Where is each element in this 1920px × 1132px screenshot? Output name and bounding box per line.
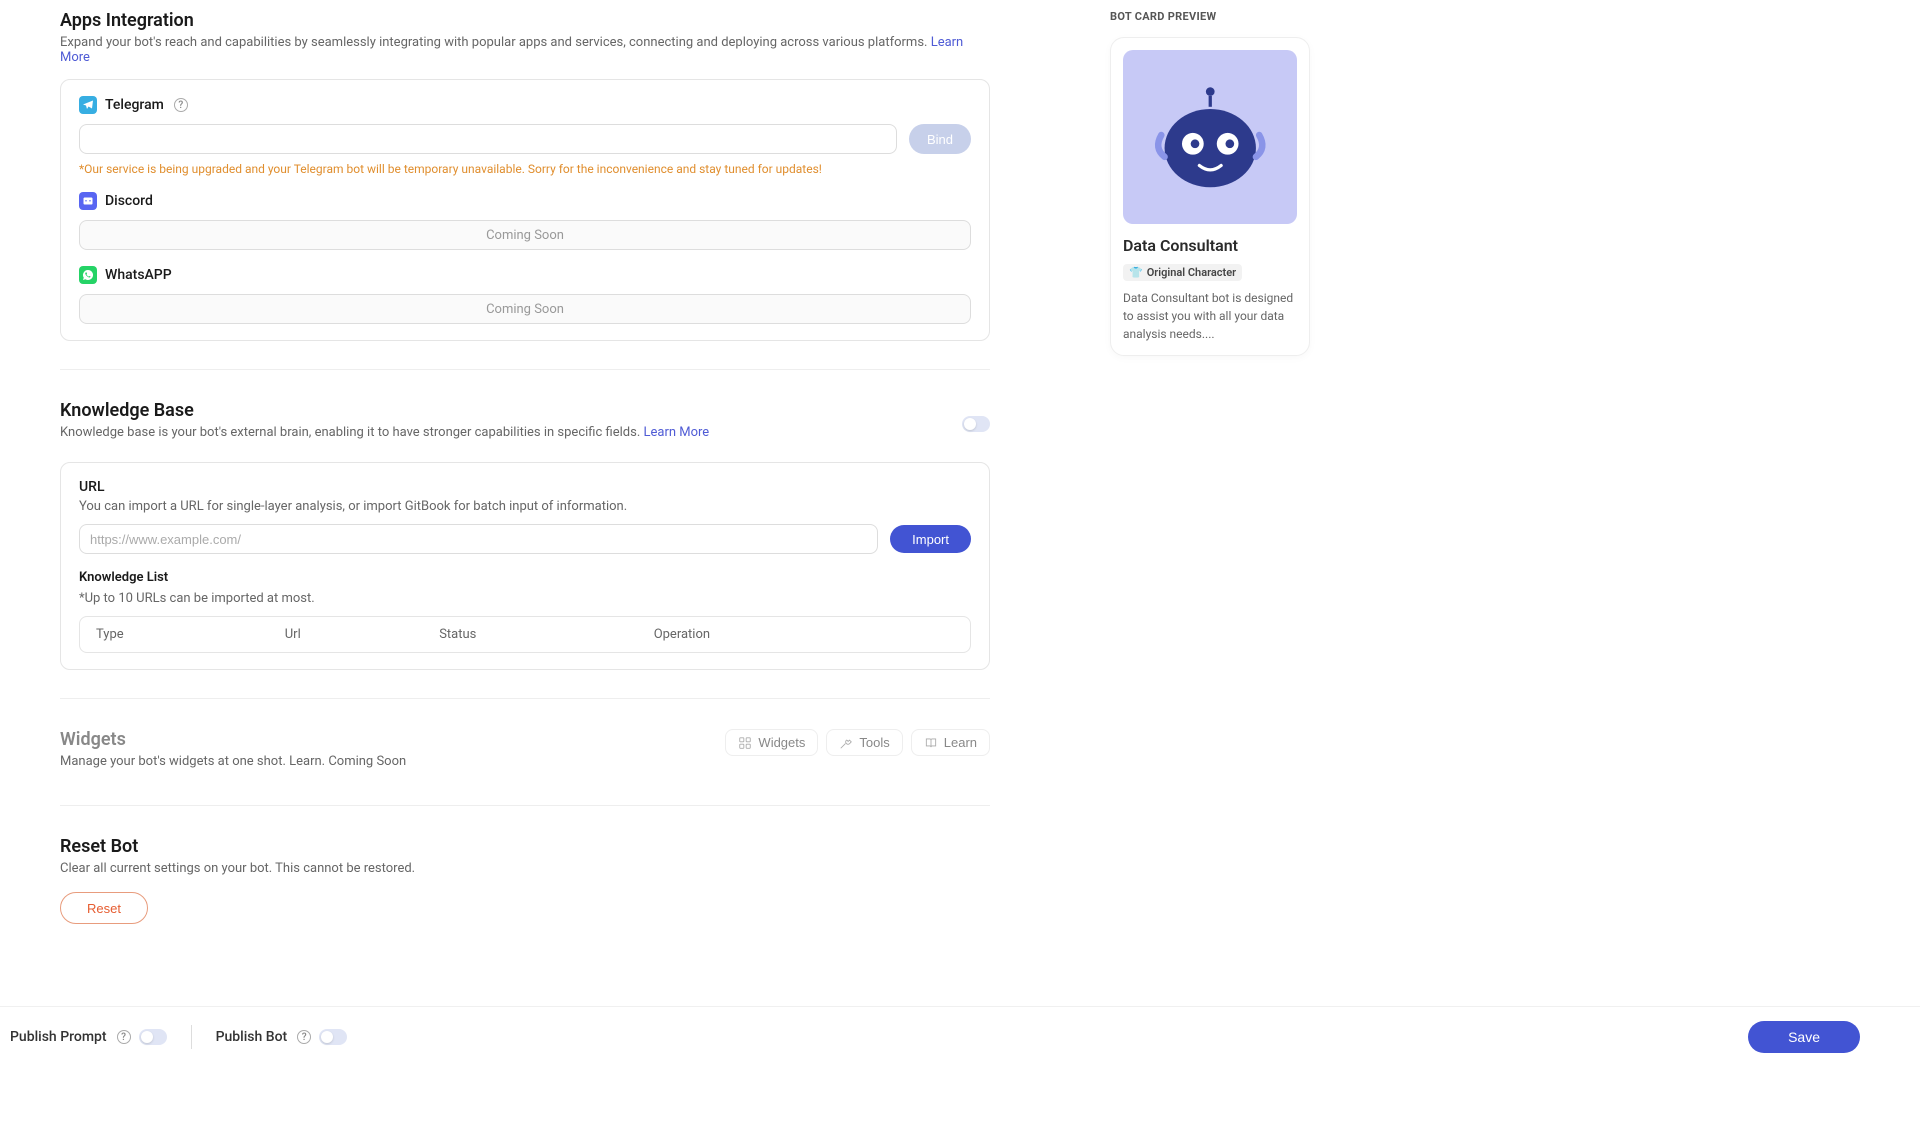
publish-prompt-toggle[interactable] [139, 1029, 167, 1045]
kb-list-note: *Up to 10 URLs can be imported at most. [79, 591, 971, 606]
telegram-icon [79, 96, 97, 114]
discord-label: Discord [105, 193, 153, 209]
preview-badge: 👕 Original Character [1123, 264, 1242, 281]
telegram-row: Telegram ? Bind *Our service is being up… [79, 96, 971, 176]
reset-desc: Clear all current settings on your bot. … [60, 861, 990, 876]
kb-list-title: Knowledge List [79, 570, 971, 585]
learn-button[interactable]: Learn [911, 729, 990, 756]
tools-button[interactable]: Tools [826, 729, 902, 756]
apps-integration-desc: Expand your bot's reach and capabilities… [60, 35, 990, 65]
widgets-title: Widgets [60, 729, 406, 750]
discord-coming-soon: Coming Soon [79, 220, 971, 250]
kb-learn-more-link[interactable]: Learn More [643, 425, 709, 440]
whatsapp-row: WhatsAPP Coming Soon [79, 266, 971, 324]
preview-desc: Data Consultant bot is designed to assis… [1123, 289, 1297, 343]
reset-bot-section: Reset Bot Clear all current settings on … [60, 836, 990, 952]
bottom-bar: Publish Prompt ? Publish Bot ? Save [0, 1006, 1920, 1067]
apps-integration-section: Apps Integration Expand your bot's reach… [60, 10, 990, 370]
kb-url-title: URL [79, 479, 971, 495]
th-operation: Operation [654, 627, 954, 642]
knowledge-base-section: Knowledge Base Knowledge base is your bo… [60, 400, 990, 699]
th-type: Type [96, 627, 285, 642]
widgets-section: Widgets Manage your bot's widgets at one… [60, 729, 990, 806]
divider [191, 1025, 192, 1049]
knowledge-base-title: Knowledge Base [60, 400, 709, 421]
apps-integration-card: Telegram ? Bind *Our service is being up… [60, 79, 990, 341]
widgets-icon [738, 736, 752, 750]
telegram-label: Telegram [105, 97, 164, 113]
th-url: Url [285, 627, 439, 642]
publish-bot-help-icon[interactable]: ? [297, 1030, 311, 1044]
save-button[interactable]: Save [1748, 1021, 1860, 1053]
publish-prompt-group: Publish Prompt ? [10, 1029, 167, 1045]
whatsapp-coming-soon: Coming Soon [79, 294, 971, 324]
widgets-desc: Manage your bot's widgets at one shot. L… [60, 754, 406, 769]
preview-name: Data Consultant [1123, 236, 1297, 255]
telegram-warning: *Our service is being upgraded and your … [79, 162, 971, 176]
telegram-input[interactable] [79, 124, 897, 154]
learn-icon [924, 736, 938, 750]
widgets-button[interactable]: Widgets [725, 729, 818, 756]
kb-table-header: Type Url Status Operation [79, 616, 971, 653]
whatsapp-label: WhatsAPP [105, 267, 172, 283]
publish-bot-toggle[interactable] [319, 1029, 347, 1045]
knowledge-base-card: URL You can import a URL for single-laye… [60, 462, 990, 670]
kb-url-desc: You can import a URL for single-layer an… [79, 499, 971, 514]
kb-url-input[interactable] [79, 524, 878, 554]
reset-title: Reset Bot [60, 836, 990, 857]
preview-sidebar: BOT CARD PREVIEW Data Consultant [1050, 0, 1330, 1072]
telegram-bind-button[interactable]: Bind [909, 124, 971, 154]
th-status: Status [439, 627, 654, 642]
preview-card: Data Consultant 👕 Original Character Dat… [1110, 37, 1310, 356]
preview-label: BOT CARD PREVIEW [1110, 10, 1310, 23]
import-button[interactable]: Import [890, 525, 971, 553]
tools-icon [839, 736, 853, 750]
knowledge-base-desc: Knowledge base is your bot's external br… [60, 425, 709, 440]
discord-row: Discord Coming Soon [79, 192, 971, 250]
badge-icon: 👕 [1129, 266, 1143, 279]
publish-prompt-help-icon[interactable]: ? [117, 1030, 131, 1044]
publish-bot-group: Publish Bot ? [216, 1029, 348, 1045]
apps-integration-title: Apps Integration [60, 10, 990, 31]
reset-button[interactable]: Reset [60, 892, 148, 924]
whatsapp-icon [79, 266, 97, 284]
discord-icon [79, 192, 97, 210]
knowledge-base-toggle[interactable] [962, 416, 990, 432]
bot-avatar [1123, 50, 1297, 224]
telegram-help-icon[interactable]: ? [174, 98, 188, 112]
